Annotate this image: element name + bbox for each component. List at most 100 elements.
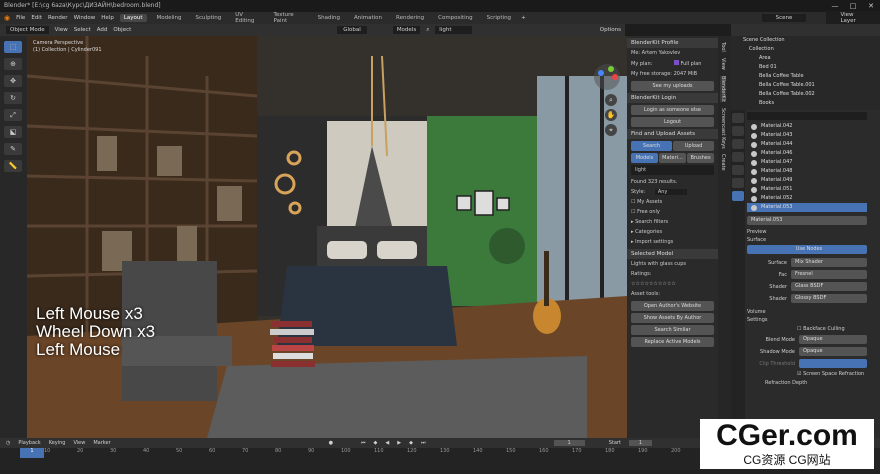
menu-view[interactable]: View [55,27,68,33]
selected-model-header[interactable]: Selected Model [627,249,718,259]
outliner-scene-collection[interactable]: Scene Collection [731,36,880,45]
axis-y-icon[interactable] [608,66,614,72]
play-icon[interactable]: ▶ [397,440,401,446]
output-props-tab-icon[interactable] [732,139,744,149]
shader-1-field[interactable]: Glass BSDF [791,282,867,291]
tool-props-tab-icon[interactable] [732,113,744,123]
shader-2-field[interactable]: Glossy BSDF [791,294,867,303]
settings-panel-toggle[interactable]: Settings [747,317,867,323]
rating-stars[interactable]: ☆☆☆☆☆☆☆☆☆☆ [627,279,718,289]
materials-category-button[interactable]: Materi... [659,153,686,163]
modifier-props-tab-icon[interactable] [732,178,744,188]
object-mode-dropdown[interactable]: Object Mode [6,26,49,34]
render-props-tab-icon[interactable] [732,126,744,136]
jump-end-icon[interactable]: ⏭ [421,440,426,446]
surface-panel-toggle[interactable]: Surface [747,237,867,243]
my-assets-checkbox[interactable]: ☐ My Assets [627,197,718,207]
current-frame-field[interactable]: 1 [553,440,585,446]
options-dropdown[interactable]: Options [600,27,621,33]
scene-props-tab-icon[interactable] [732,152,744,162]
move-tool-icon[interactable]: ✥ [4,75,22,87]
replace-active-models-button[interactable]: Replace Active Models [631,337,714,347]
material-slot[interactable]: Material.051 [747,185,867,194]
tab-rendering[interactable]: Rendering [392,14,428,22]
menu-select[interactable]: Select [74,27,91,33]
cursor-tool-icon[interactable]: ⊕ [4,58,22,70]
blender-logo-icon[interactable]: ◉ [4,14,10,22]
play-reverse-icon[interactable]: ◀ [385,440,389,446]
search-filters-toggle[interactable]: ▸ Search filters [627,217,718,227]
clip-threshold-slider[interactable] [799,359,867,368]
free-only-checkbox[interactable]: ☐ Free only [627,207,718,217]
use-nodes-button[interactable]: Use Nodes [747,245,867,254]
material-slot-selected[interactable]: Material.053 [747,203,867,212]
props-search-input[interactable] [747,112,867,120]
outliner-item[interactable]: Bella Coffee Table.002 [731,90,880,99]
outliner-item[interactable]: Bella Coffee Table [731,72,880,81]
surface-shader-field[interactable]: Mix Shader [791,258,867,267]
orientation-dropdown[interactable]: Global [337,26,367,34]
material-slot[interactable]: Material.048 [747,167,867,176]
search-similar-button[interactable]: Search Similar [631,325,714,335]
see-uploads-button[interactable]: See my uploads [631,81,714,91]
material-slot[interactable]: Material.046 [747,149,867,158]
blend-mode-dropdown[interactable]: Opaque [799,335,867,344]
menu-render[interactable]: Render [48,15,68,21]
blenderkit-profile-header[interactable]: BlenderKit Profile [627,38,718,48]
menu-file[interactable]: File [16,15,25,21]
scene-selector[interactable]: Scene [761,14,807,22]
import-settings-toggle[interactable]: ▸ Import settings [627,237,718,247]
material-slot[interactable]: Material.049 [747,176,867,185]
pan-icon[interactable]: ✋ [605,109,617,121]
search-tab-button[interactable]: Search [631,141,672,151]
outliner-item[interactable]: Area [731,54,880,63]
menu-edit[interactable]: Edit [31,15,42,21]
timeline-view-menu[interactable]: View [73,440,85,446]
menu-object[interactable]: Object [113,27,131,33]
view-layer-selector[interactable]: View Layer [826,11,880,25]
annotate-tool-icon[interactable]: ✎ [4,143,22,155]
material-slot[interactable]: Material.043 [747,131,867,140]
sidetab-blenderkit[interactable]: BlenderKit [720,75,726,102]
record-icon[interactable]: ● [329,440,333,446]
style-dropdown[interactable]: Any [654,189,688,195]
volume-panel-toggle[interactable]: Volume [747,309,867,315]
show-assets-by-author-button[interactable]: Show Assets By Author [631,313,714,323]
logout-button[interactable]: Logout [631,117,714,127]
material-slot[interactable]: Material.052 [747,194,867,203]
tab-scripting[interactable]: Scripting [483,14,515,22]
scale-tool-icon[interactable]: ⤢ [4,109,22,121]
find-upload-header[interactable]: Find and Upload Assets [627,129,718,139]
keying-menu[interactable]: Keying [49,440,66,446]
tab-layout[interactable]: Layout [119,14,147,22]
zoom-icon[interactable]: ⌕ [605,94,617,106]
material-slot[interactable]: Material.047 [747,158,867,167]
navigation-gizmo[interactable] [594,64,620,90]
ssr-checkbox[interactable]: ☑ Screen Space Refraction [747,371,867,377]
marker-menu[interactable]: Marker [93,440,110,446]
axis-x-icon[interactable] [612,74,618,80]
3d-viewport[interactable]: Camera Perspective (1) Collection | Cyli… [27,36,627,438]
login-other-button[interactable]: Login as someone else [631,105,714,115]
upload-tab-button[interactable]: Upload [673,141,714,151]
open-author-website-button[interactable]: Open Author's Website [631,301,714,311]
object-props-tab-icon[interactable] [732,165,744,175]
outliner-item[interactable]: Bed 01 [731,63,880,72]
tab-shading[interactable]: Shading [314,14,344,22]
material-slot[interactable]: Material.044 [747,140,867,149]
camera-view-icon[interactable]: ⌖ [605,124,617,136]
outliner-item[interactable]: Collection [731,45,880,54]
transform-tool-icon[interactable]: ⬕ [4,126,22,138]
tab-uv-editing[interactable]: UV Editing [231,11,263,25]
axis-z-icon[interactable] [598,70,604,76]
next-keyframe-icon[interactable]: ◆ [409,440,413,446]
sidetab-create[interactable]: Create [720,154,726,171]
blenderkit-category-dropdown[interactable]: Models [392,26,421,34]
menu-help[interactable]: Help [101,15,114,21]
tab-texture-paint[interactable]: Texture Paint [270,11,308,25]
tab-compositing[interactable]: Compositing [434,14,476,22]
sidetab-tool[interactable]: Tool [720,42,726,52]
jump-start-icon[interactable]: ⏮ [361,440,366,446]
fac-field[interactable]: Fresnel [791,270,867,279]
header-search-input[interactable]: light [435,26,472,34]
